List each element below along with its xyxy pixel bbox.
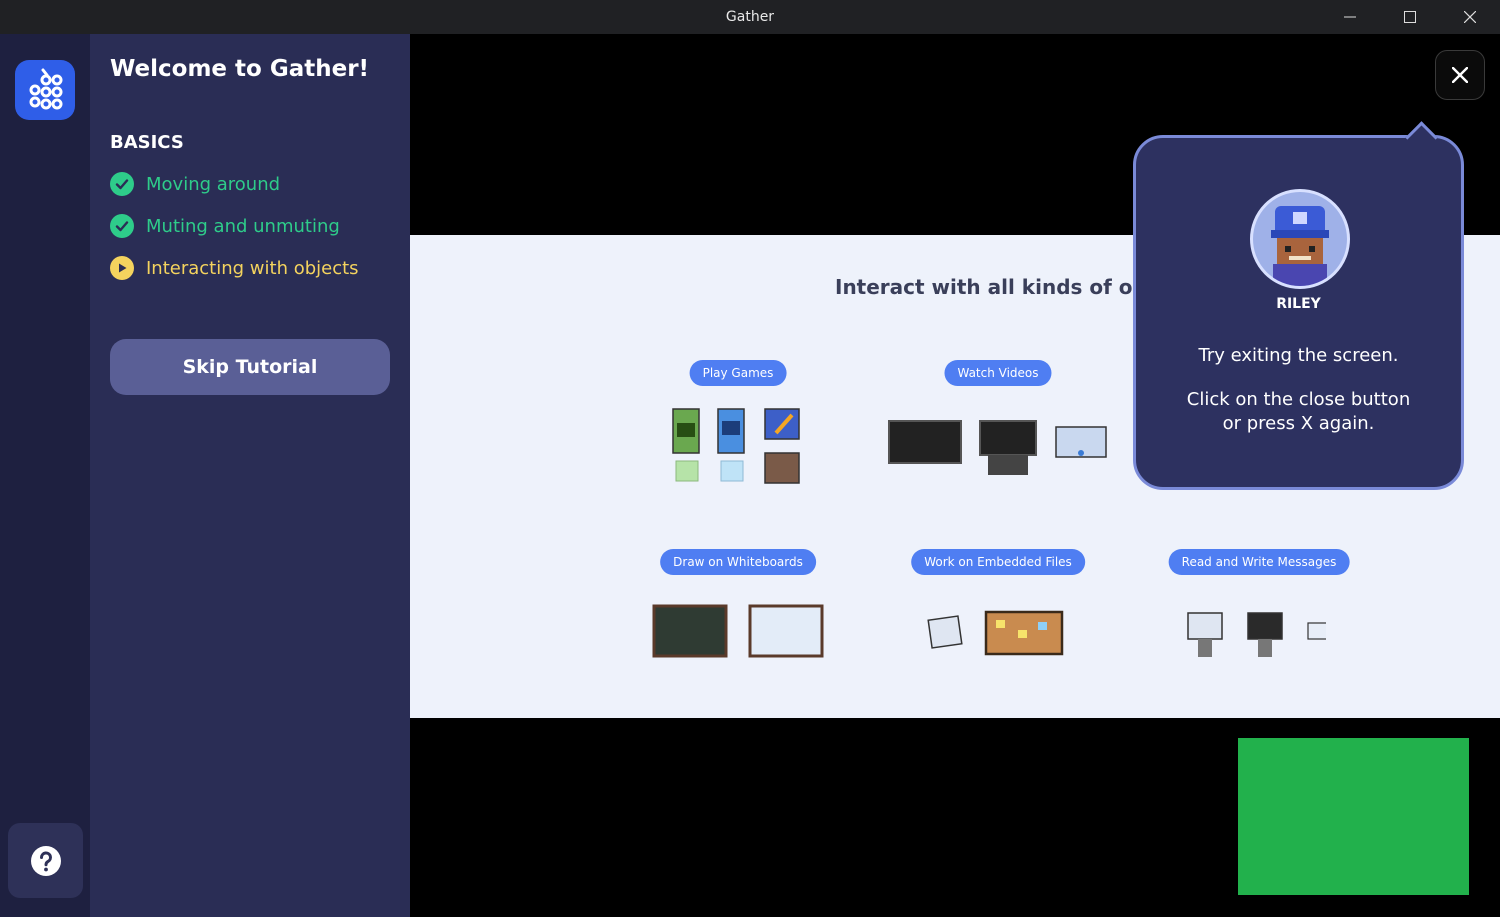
file-objects-illustration <box>927 610 1064 656</box>
step-label: Muting and unmuting <box>146 215 340 237</box>
category-draw-whiteboards: Draw on Whiteboards <box>660 549 816 575</box>
question-icon <box>30 845 61 876</box>
close-icon <box>1464 11 1476 23</box>
category-watch-videos: Watch Videos <box>944 360 1052 386</box>
self-video-tile[interactable] <box>1238 738 1469 895</box>
grapes-logo-icon <box>29 68 63 110</box>
maximize-icon <box>1404 11 1416 23</box>
minimize-icon <box>1344 16 1356 18</box>
guide-name: RILEY <box>1276 296 1321 312</box>
play-circle-icon <box>110 256 134 280</box>
minimize-button[interactable] <box>1320 0 1380 34</box>
step-moving-around: Moving around <box>110 171 280 197</box>
slide-heading: Interact with all kinds of objec <box>835 275 1180 299</box>
basics-heading: BASICS <box>110 132 184 153</box>
gather-logo[interactable] <box>15 60 75 120</box>
left-rail <box>0 34 90 917</box>
riley-avatar <box>1250 189 1350 289</box>
window-close-button[interactable] <box>1440 0 1500 34</box>
maximize-button[interactable] <box>1380 0 1440 34</box>
tooltip-line-2: Click on the close button or press X aga… <box>1186 389 1411 434</box>
tv-objects-illustration <box>888 420 1107 475</box>
category-messages: Read and Write Messages <box>1168 549 1350 575</box>
tooltip-notch <box>1405 121 1438 154</box>
welcome-title: Welcome to Gather! <box>110 56 370 82</box>
guide-tooltip: RILEY Try exiting the screen. Click on t… <box>1133 121 1464 490</box>
arcade-objects-illustration <box>672 408 800 484</box>
step-label: Moving around <box>146 173 281 195</box>
title-bar: Gather <box>0 0 1500 34</box>
check-circle-icon <box>110 172 134 196</box>
window-title: Gather <box>725 9 775 25</box>
category-play-games: Play Games <box>689 360 787 386</box>
message-objects-illustration <box>1187 612 1326 657</box>
character-avatar-icon <box>1271 206 1329 286</box>
check-circle-icon <box>110 214 134 238</box>
category-embedded-files: Work on Embedded Files <box>911 549 1085 575</box>
help-button[interactable] <box>8 823 83 898</box>
close-screen-button[interactable] <box>1435 50 1485 100</box>
tooltip-line-1: Try exiting the screen. <box>1198 345 1399 366</box>
whiteboard-objects-illustration <box>652 604 824 658</box>
close-icon <box>1452 67 1468 83</box>
step-label: Interacting with objects <box>146 257 359 279</box>
step-muting: Muting and unmuting <box>110 213 340 239</box>
skip-tutorial-button[interactable]: Skip Tutorial <box>110 339 390 395</box>
tutorial-stage: Interact with all kinds of objec Play Ga… <box>410 34 1500 917</box>
step-interacting: Interacting with objects <box>110 255 359 281</box>
tutorial-panel: Welcome to Gather! BASICS Moving around … <box>90 34 410 917</box>
